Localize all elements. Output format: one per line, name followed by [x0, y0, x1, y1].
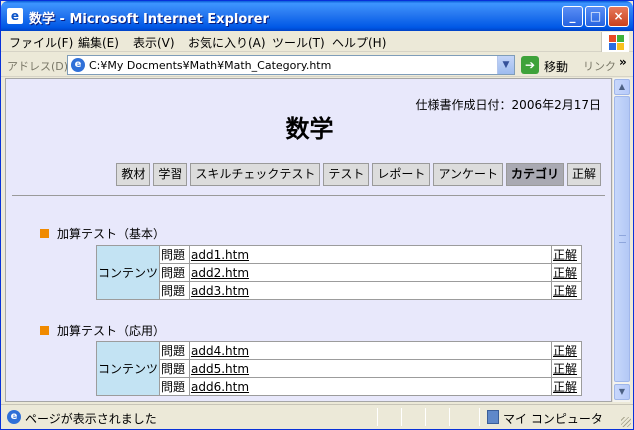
ie-page-icon: e [7, 8, 23, 24]
bullet-icon [40, 326, 49, 335]
divider [12, 195, 605, 196]
menu-favorites[interactable]: お気に入り(A) [188, 34, 266, 51]
address-value[interactable]: C:¥My Docments¥Math¥Math_Category.htm [89, 59, 331, 72]
answer-link[interactable]: 正解 [553, 380, 577, 394]
scroll-up-icon[interactable]: ▲ [614, 79, 630, 95]
table-row: 問題 add3.htm 正解 [97, 281, 582, 300]
status-divider [425, 408, 426, 426]
vertical-scrollbar[interactable]: ▲ ▼ [612, 78, 630, 402]
address-label: アドレス(D) [7, 60, 69, 73]
question-label: 問題 [159, 359, 190, 378]
page-title: 数学 [285, 115, 334, 143]
resize-grip-icon[interactable] [621, 417, 631, 427]
scroll-thumb[interactable] [614, 96, 630, 382]
question-link[interactable]: add4.htm [191, 344, 249, 358]
scroll-down-icon[interactable]: ▼ [614, 384, 630, 400]
question-link[interactable]: add6.htm [191, 380, 249, 394]
answer-link[interactable]: 正解 [553, 266, 577, 280]
window-title: 数学 - Microsoft Internet Explorer [29, 12, 269, 27]
section-title: 加算テスト（基本） [57, 227, 166, 241]
status-divider [479, 408, 480, 426]
title-bar[interactable]: e 数学 - Microsoft Internet Explorer _ □ × [1, 1, 633, 31]
ie-page-icon: e [71, 58, 85, 72]
chevron-down-icon[interactable]: ▼ [497, 56, 514, 74]
content-table: コンテンツ 問題 add1.htm 正解 問題 add2.htm 正解 問題 a… [95, 245, 582, 300]
section-heading: 加算テスト（応用） [40, 322, 165, 339]
status-divider [401, 408, 402, 426]
tab-survey[interactable]: アンケート [433, 163, 503, 186]
status-divider [449, 408, 450, 426]
table-row: 問題 add2.htm 正解 [97, 263, 582, 282]
bullet-icon [40, 229, 49, 238]
tab-skill-check-test[interactable]: スキルチェックテスト [190, 163, 321, 186]
go-button[interactable]: ➔ 移動 [519, 56, 575, 74]
browser-window: e 数学 - Microsoft Internet Explorer _ □ ×… [0, 0, 634, 430]
tab-test[interactable]: テスト [323, 163, 370, 186]
answer-link[interactable]: 正解 [553, 248, 577, 262]
question-link[interactable]: add2.htm [191, 266, 249, 280]
page-content: 仕様書作成日付：2006年2月17日 数学 教材 学習 スキルチェックテスト テ… [5, 78, 612, 402]
close-button[interactable]: × [608, 6, 629, 27]
question-label: 問題 [159, 281, 190, 300]
question-link[interactable]: add3.htm [191, 284, 249, 298]
section-heading: 加算テスト（基本） [40, 225, 165, 242]
question-label: 問題 [159, 341, 190, 360]
security-zone: マイ コンピュータ [503, 412, 603, 426]
status-text: ページが表示されました [25, 412, 157, 426]
tab-answers[interactable]: 正解 [566, 163, 601, 186]
table-row: 問題 add6.htm 正解 [97, 377, 582, 396]
tab-study[interactable]: 学習 [153, 163, 188, 186]
question-label: 問題 [159, 263, 190, 282]
category-cell: コンテンツ [95, 341, 161, 396]
menu-file[interactable]: ファイル(F) [9, 34, 73, 51]
windows-logo-icon [601, 32, 629, 52]
table-row: 問題 add5.htm 正解 [97, 359, 582, 378]
question-link[interactable]: add1.htm [191, 248, 249, 262]
content-table: コンテンツ 問題 add4.htm 正解 問題 add5.htm 正解 問題 a… [95, 341, 582, 396]
address-input[interactable]: e C:¥My Docments¥Math¥Math_Category.htm … [67, 55, 515, 75]
menu-bar: ファイル(F) 編集(E) 表示(V) お気に入り(A) ツール(T) ヘルプ(… [1, 31, 633, 52]
status-bar: e ページが表示されました マイ コンピュータ [1, 404, 633, 429]
category-cell: コンテンツ [95, 245, 161, 300]
computer-icon [487, 410, 499, 424]
answer-link[interactable]: 正解 [553, 284, 577, 298]
ie-page-icon: e [7, 410, 21, 424]
go-arrow-icon: ➔ [521, 56, 539, 74]
status-divider [377, 408, 378, 426]
maximize-button[interactable]: □ [585, 6, 606, 27]
tab-report[interactable]: レポート [372, 163, 431, 186]
tab-category[interactable]: カテゴリ [505, 163, 564, 186]
table-row: コンテンツ 問題 add1.htm 正解 [95, 245, 582, 300]
menu-edit[interactable]: 編集(E) [78, 34, 119, 51]
address-bar: アドレス(D) e C:¥My Docments¥Math¥Math_Categ… [1, 53, 633, 77]
tab-bar: 教材 学習 スキルチェックテスト テスト レポート アンケート カテゴリ 正解 [116, 163, 601, 187]
tab-materials[interactable]: 教材 [116, 163, 151, 186]
grip-icon [619, 235, 626, 243]
links-chevron-icon[interactable]: » [619, 55, 627, 69]
answer-link[interactable]: 正解 [553, 362, 577, 376]
question-label: 問題 [159, 377, 190, 396]
question-link[interactable]: add5.htm [191, 362, 249, 376]
question-label: 問題 [159, 245, 190, 264]
menu-help[interactable]: ヘルプ(H) [332, 34, 386, 51]
minimize-button[interactable]: _ [562, 6, 583, 27]
menu-view[interactable]: 表示(V) [133, 34, 175, 51]
answer-link[interactable]: 正解 [553, 344, 577, 358]
links-label[interactable]: リンク [583, 58, 616, 74]
go-label: 移動 [544, 60, 569, 74]
table-row: コンテンツ 問題 add4.htm 正解 [95, 341, 582, 396]
section-title: 加算テスト（応用） [57, 324, 166, 338]
menu-tools[interactable]: ツール(T) [272, 34, 325, 51]
